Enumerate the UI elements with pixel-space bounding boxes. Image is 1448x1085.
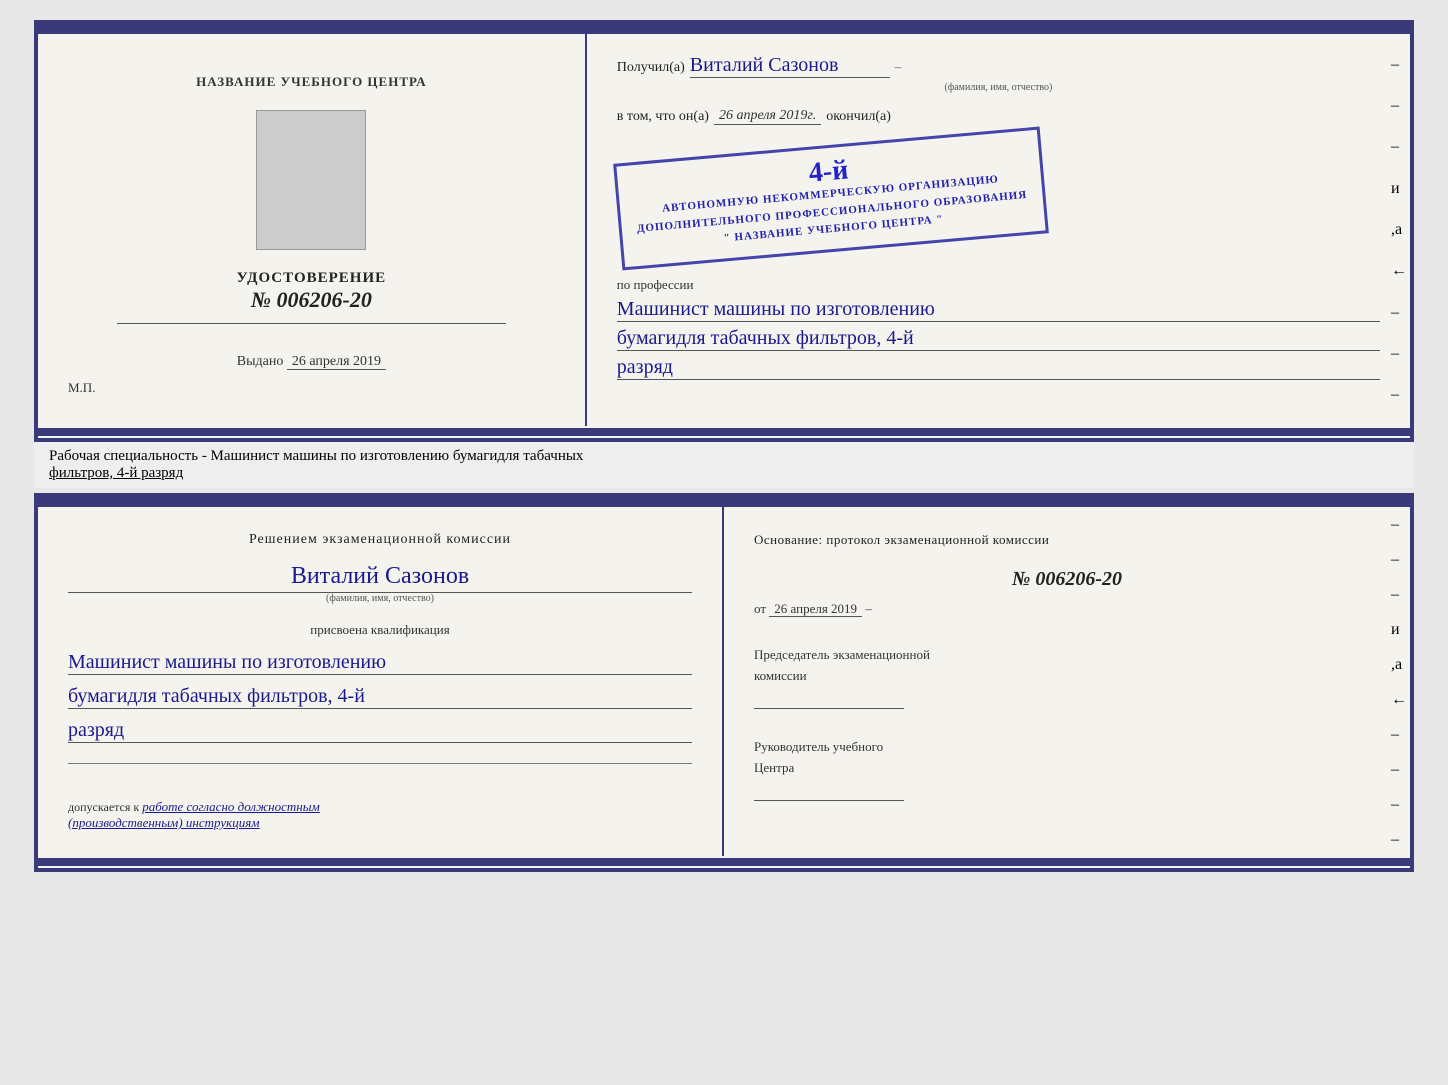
vtom-prefix: в том, что он(а): [617, 109, 709, 125]
mark2: –: [1391, 97, 1407, 115]
fio-subtext-top: (фамилия, имя, отчество): [617, 82, 1380, 93]
udost-number: № 006206-20: [237, 287, 387, 313]
dopusk-prefix: допускается к: [68, 800, 139, 814]
mark5: ,а: [1391, 221, 1407, 239]
predsedatel-label: Председатель экзаменационной: [754, 647, 1380, 663]
recipient-name: Виталий Сазонов: [690, 54, 890, 78]
ot-dash: –: [865, 601, 872, 616]
bottom-name: Виталий Сазонов: [68, 563, 692, 593]
prof-line3: разряд: [617, 356, 1380, 380]
right-accent-marks: – – – и ,а ← – – –: [1388, 34, 1410, 426]
vydano-date: 26 апреля 2019: [287, 354, 386, 370]
komissia-title: Решением экзаменационной комиссии: [68, 532, 692, 548]
bottom-right-panel: Основание: протокол экзаменационной коми…: [724, 507, 1410, 856]
mark7: –: [1391, 304, 1407, 322]
predsedatel-section: Председатель экзаменационной комиссии: [754, 647, 1380, 724]
protokol-number: № 006206-20: [754, 568, 1380, 591]
udost-label: УДОСТОВЕРЕНИЕ: [237, 270, 387, 287]
cert-right-panel: Получил(а) Виталий Сазонов – (фамилия, и…: [587, 34, 1410, 426]
dopuskaetsya-section: допускается к работе согласно должностны…: [68, 799, 692, 831]
separator-line1: Рабочая специальность - Машинист машины …: [49, 448, 1399, 465]
po-professii: по профессии: [617, 277, 1380, 293]
mark1: –: [1391, 56, 1407, 74]
kvalif-line2: бумагидля табачных фильтров, 4-й: [68, 685, 692, 709]
photo-placeholder: [256, 110, 366, 250]
vydano-line: Выдано 26 апреля 2019: [237, 354, 386, 370]
kvalif-line3: разряд: [68, 719, 692, 743]
poluchil-prefix: Получил(а): [617, 60, 685, 76]
okonchil-text: окончил(а): [826, 109, 891, 125]
mark4: и: [1391, 180, 1407, 198]
prof-line2: бумагидля табачных фильтров, 4-й: [617, 327, 1380, 351]
ruk-signature-line: [754, 781, 904, 801]
kvalif-line1: Машинист машины по изготовлению: [68, 651, 692, 675]
ot-prefix: от: [754, 601, 766, 616]
ot-date: 26 апреля 2019: [769, 601, 862, 617]
mark9: –: [1391, 386, 1407, 404]
bottom-fio-label: (фамилия, имя, отчество): [68, 593, 692, 604]
osnov-text: Основание: протокол экзаменационной коми…: [754, 532, 1380, 548]
mark3: –: [1391, 138, 1407, 156]
predsedatel-signature-line: [754, 689, 904, 709]
bottom-left-panel: Решением экзаменационной комиссии Витали…: [38, 507, 724, 856]
bottom-right-accent: – – – и ,а ← – – – –: [1388, 497, 1410, 868]
ot-line: от 26 апреля 2019 –: [754, 601, 1380, 617]
mark8: –: [1391, 345, 1407, 363]
komissia-label: комиссии: [754, 668, 1380, 684]
prisvoena-label: присвоена квалификация: [68, 622, 692, 638]
centr-label: Центра: [754, 760, 1380, 776]
vydano-prefix: Выдано: [237, 354, 284, 369]
mp-label: М.П.: [68, 380, 95, 396]
stamp: 4-й АВТОНОМНУЮ НЕКОММЕРЧЕСКУЮ ОРГАНИЗАЦИ…: [613, 127, 1048, 271]
cert-left-panel: НАЗВАНИЕ УЧЕБНОГО ЦЕНТРА УДОСТОВЕРЕНИЕ №…: [38, 34, 587, 426]
mark6: ←: [1391, 262, 1407, 280]
separator-section: Рабочая специальность - Машинист машины …: [34, 442, 1414, 488]
separator-line2: фильтров, 4-й разряд: [49, 465, 1399, 482]
prof-line1: Машинист машины по изготовлению: [617, 298, 1380, 322]
ruk-section: Руководитель учебного Центра: [754, 739, 1380, 816]
ruk-label: Руководитель учебного: [754, 739, 1380, 755]
cert-bottom-container: Решением экзаменационной комиссии Витали…: [34, 493, 1414, 872]
vtom-date: 26 апреля 2019г.: [714, 108, 821, 125]
center-title: НАЗВАНИЕ УЧЕБНОГО ЦЕНТРА: [196, 74, 427, 90]
